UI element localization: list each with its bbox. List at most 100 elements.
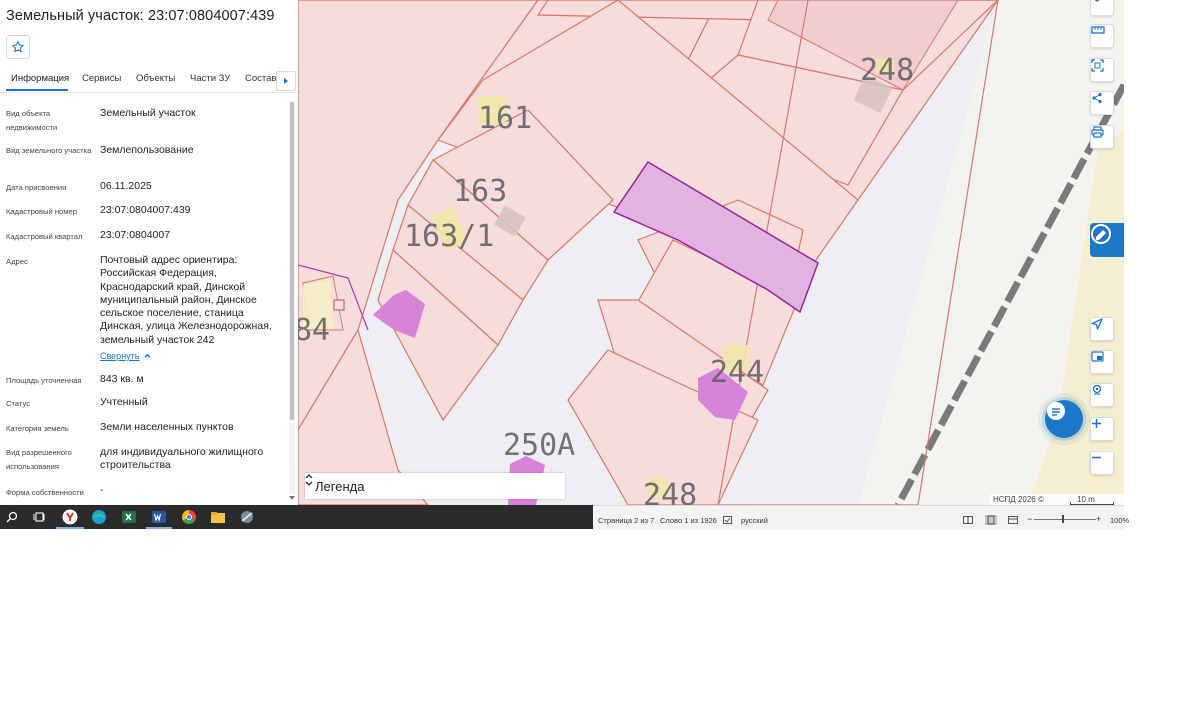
attribute-label: Вид разрешенного использования	[6, 448, 72, 471]
attribute-label: Вид объекта недвижимости	[6, 109, 58, 132]
measure-button[interactable]	[1090, 24, 1114, 48]
tabs-scroll-right-button[interactable]	[276, 71, 296, 91]
tab-information[interactable]: Информация	[11, 73, 69, 84]
lot-label-248-bottom: 248	[643, 478, 697, 505]
print-layout-icon[interactable]	[985, 515, 997, 525]
minus-icon	[1092, 456, 1101, 459]
attribute-label: Категория земель	[6, 424, 69, 433]
zoom-slider-thumb[interactable]	[1062, 515, 1064, 523]
attribute-value: Учтенный	[100, 396, 148, 408]
attribute-value: 23:07:0804007:439	[100, 204, 191, 216]
chrome-icon[interactable]	[181, 509, 197, 525]
copyright-text: НСПД 2026 ©	[993, 495, 1044, 504]
search-icon[interactable]	[4, 509, 20, 525]
attribute-value: Землепользование	[100, 144, 194, 156]
scroll-down-arrow-icon[interactable]	[288, 494, 296, 502]
zoom-in-icon[interactable]: +	[1096, 514, 1101, 524]
zoom-in-button[interactable]	[1090, 417, 1114, 441]
navigation-arrow-icon	[1091, 318, 1103, 330]
lot-label-163-1: 163/1	[404, 219, 494, 254]
cadastral-map[interactable]: 161 163 163/1 248 244 250А 248 84 Легенд…	[298, 0, 1124, 505]
zoom-level[interactable]: 100%	[1110, 516, 1129, 525]
picture-in-picture-icon	[1091, 351, 1104, 362]
zoom-out-button[interactable]	[1090, 451, 1114, 475]
proofing-icon[interactable]	[723, 516, 732, 524]
geolocation-button[interactable]	[1090, 317, 1114, 341]
attribute-label: Адрес	[6, 257, 28, 266]
attribute-value: -	[100, 484, 104, 496]
task-view-icon[interactable]	[31, 509, 47, 525]
app-icon[interactable]	[239, 509, 255, 525]
expand-collapse-icon	[305, 474, 313, 486]
excel-icon[interactable]	[121, 509, 137, 525]
chevron-up-icon[interactable]	[143, 351, 152, 360]
location-pin-icon	[1092, 384, 1102, 395]
zoom-out-icon[interactable]: −	[1027, 514, 1032, 524]
share-button[interactable]	[1090, 91, 1114, 115]
legend-dropdown[interactable]: Легенда	[305, 473, 565, 499]
edge-icon[interactable]	[91, 509, 107, 525]
attribute-value: 06.11.2025	[100, 180, 152, 192]
active-tab-indicator	[6, 89, 68, 91]
attribute-value: для индивидуального жилищного строительс…	[100, 446, 264, 472]
map-attribution: НСПД 2026 © 10 m	[990, 494, 1124, 505]
select-area-button[interactable]	[1090, 58, 1114, 82]
attribute-value: 843 кв. м	[100, 373, 144, 385]
layers-button[interactable]	[1090, 0, 1114, 16]
lot-label-250a: 250А	[503, 428, 575, 463]
web-layout-icon[interactable]	[1008, 516, 1018, 524]
collapse-address-link[interactable]: Свернуть	[100, 351, 139, 361]
attribute-value: 23:07:0804007	[100, 229, 171, 241]
caret-right-icon	[284, 78, 288, 84]
panel-scrollbar-thumb[interactable]	[290, 102, 294, 420]
legend-label: Легенда	[315, 478, 365, 494]
lot-label-244: 244	[710, 355, 764, 390]
address-value: Почтовый адрес ориентира: Российская Фед…	[100, 254, 272, 346]
attribute-label: Площадь уточненная	[6, 376, 82, 385]
gosuslugi-icon	[1091, 224, 1111, 244]
active-app-indicator	[56, 527, 84, 529]
chat-button[interactable]	[1045, 400, 1083, 438]
windows-taskbar	[0, 505, 593, 529]
map-canvas[interactable]: 161 163 163/1 248 244 250А 248 84	[298, 0, 1124, 505]
chat-bubble-icon	[1047, 402, 1065, 420]
active-app-indicator	[146, 527, 172, 529]
word-icon[interactable]	[151, 509, 167, 525]
lot-label-161: 161	[478, 101, 532, 136]
read-mode-icon[interactable]	[963, 516, 973, 524]
tab-composition[interactable]: Состав	[245, 73, 276, 84]
attribute-label: Статус	[6, 399, 31, 408]
word-status-bar: Страница 2 из 7 Слово 1 из 1926 русский …	[593, 505, 1129, 530]
panel-title: Земельный участок: 23:07:0804007:439	[6, 8, 275, 24]
language-indicator[interactable]: русский	[741, 516, 768, 525]
layers-icon	[1094, 0, 1100, 2]
lot-label-248-top: 248	[860, 53, 914, 88]
area-select-icon	[1091, 59, 1104, 72]
file-explorer-icon[interactable]	[210, 509, 226, 525]
attribute-label: Форма собственности	[6, 488, 84, 497]
yandex-browser-icon[interactable]	[62, 509, 78, 525]
lot-label-163: 163	[453, 174, 507, 209]
tab-parts[interactable]: Части ЗУ	[190, 73, 230, 84]
attribute-value: Земли населенных пунктов	[100, 421, 234, 433]
print-button[interactable]	[1090, 125, 1114, 149]
info-panel: Земельный участок: 23:07:0804007:439 Инф…	[0, 0, 298, 505]
word-counter[interactable]: Слово 1 из 1926	[660, 516, 717, 525]
printer-icon	[1091, 126, 1104, 138]
star-icon	[12, 41, 24, 53]
feedback-widget-tab[interactable]	[1090, 223, 1124, 257]
favorite-button[interactable]	[6, 35, 30, 59]
attribute-value: Земельный участок	[100, 107, 196, 119]
basemap-button[interactable]	[1090, 350, 1114, 374]
share-icon	[1092, 92, 1102, 104]
ruler-icon	[1091, 26, 1105, 34]
tab-services[interactable]: Сервисы	[82, 73, 121, 84]
zoom-slider-track[interactable]	[1034, 519, 1096, 520]
lot-label-84: 84	[298, 313, 330, 348]
attribute-label: Дата присвоения	[6, 183, 67, 192]
tab-objects[interactable]: Объекты	[136, 73, 175, 84]
page-counter[interactable]: Страница 2 из 7	[598, 516, 654, 525]
attribute-label: Вид земельного участка	[6, 146, 92, 155]
attribute-label: Кадастровый квартал	[6, 232, 83, 241]
locate-address-button[interactable]	[1090, 383, 1114, 407]
